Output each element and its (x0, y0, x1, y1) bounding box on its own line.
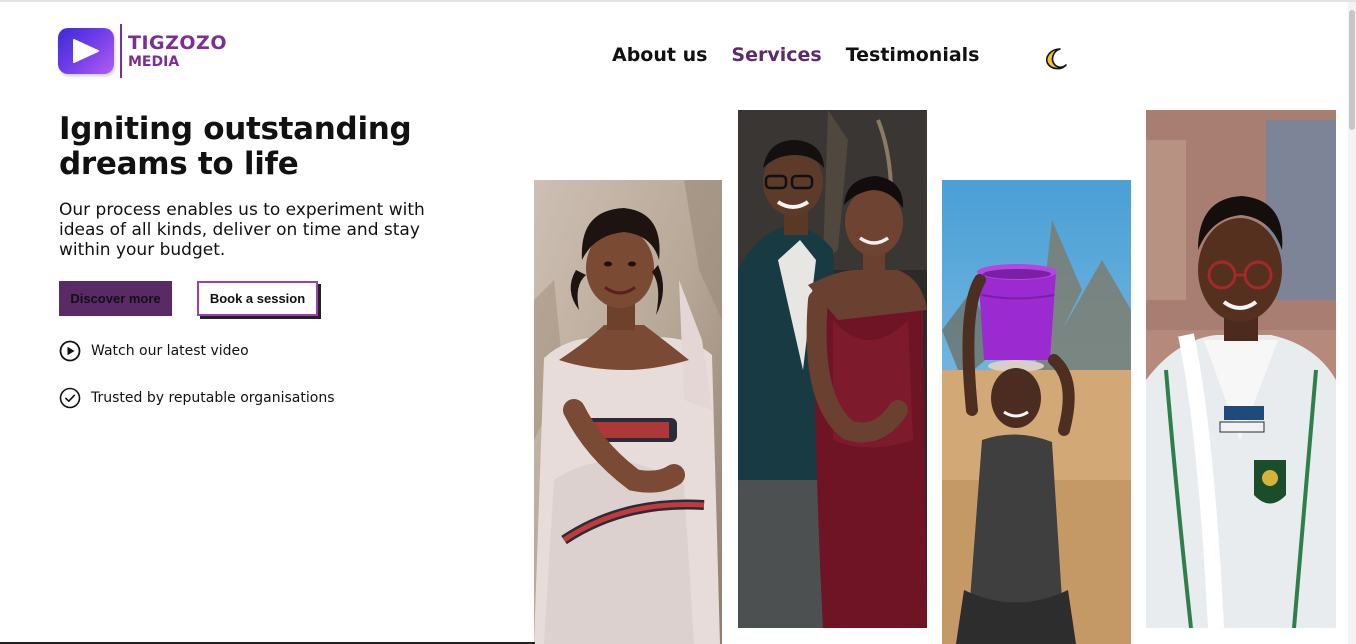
play-circle-icon (59, 340, 81, 362)
brand-logo[interactable]: TIGZOZO MEDIA (58, 24, 227, 78)
bride-portrait-photo (534, 180, 722, 644)
logo-wordmark: TIGZOZO MEDIA (128, 31, 227, 70)
child-with-bucket-photo (942, 180, 1131, 644)
nav-testimonials[interactable]: Testimonials (846, 44, 980, 66)
hero-subtitle: Our process enables us to experiment wit… (59, 200, 425, 260)
book-session-button[interactable]: Book a session (197, 281, 318, 316)
hero-title: Igniting outstanding dreams to life (59, 111, 412, 182)
watch-video-label: Watch our latest video (91, 343, 249, 359)
moon-icon[interactable] (1043, 46, 1069, 72)
nav-about-us[interactable]: About us (612, 44, 707, 66)
couple-portrait-photo (738, 110, 927, 628)
watch-video-link[interactable]: Watch our latest video (59, 340, 249, 362)
logo-subname: MEDIA (128, 53, 180, 70)
top-border (0, 0, 1356, 2)
scrollbar-thumb[interactable] (1349, 10, 1355, 130)
discover-more-button[interactable]: Discover more (59, 281, 172, 316)
logo-play-icon (58, 28, 114, 74)
trusted-by-item: Trusted by reputable organisations (59, 387, 335, 409)
nav-services[interactable]: Services (731, 44, 821, 66)
logo-divider (120, 24, 122, 78)
logo-name: TIGZOZO (128, 31, 227, 54)
scrollbar[interactable] (1348, 2, 1356, 644)
trusted-by-label: Trusted by reputable organisations (91, 390, 335, 406)
check-circle-icon (59, 387, 81, 409)
main-nav: About us Services Testimonials (612, 44, 979, 66)
student-portrait-photo (1146, 110, 1336, 628)
